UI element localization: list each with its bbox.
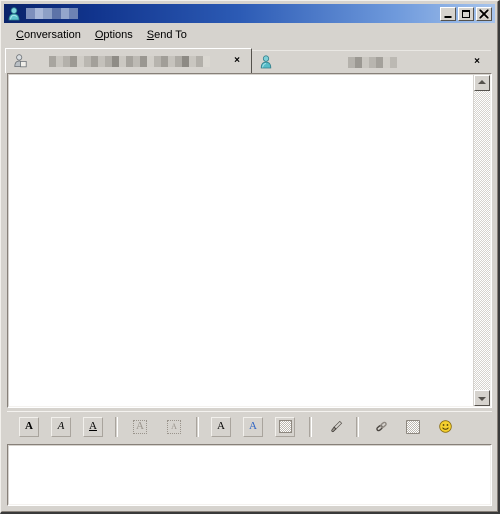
- increase-font-size-button[interactable]: A: [130, 416, 150, 437]
- close-button[interactable]: [476, 6, 492, 21]
- conversation-tab-bar: × ×: [2, 46, 497, 73]
- scrollbar-track[interactable]: [474, 91, 490, 390]
- italic-A-icon: A: [57, 420, 65, 432]
- redaction-mosaic: [48, 55, 210, 67]
- menu-item-options[interactable]: Options: [88, 27, 140, 43]
- conversation-history-panel: [7, 73, 492, 408]
- conversation-tab-1[interactable]: ×: [5, 48, 252, 73]
- italic-button[interactable]: A: [51, 416, 71, 437]
- formatting-toolbar: A A A A A A A: [7, 411, 492, 441]
- toolbar-separator: [356, 416, 359, 437]
- chat-window: Conversation Options Send To × × A A A A…: [0, 0, 500, 514]
- bold-A-icon: A: [25, 420, 33, 432]
- font-select-icon: A: [217, 420, 225, 432]
- conversation-tab-2-close-icon[interactable]: ×: [470, 55, 484, 69]
- menu-mnemonic: C: [16, 28, 24, 41]
- menu-label-rest: ptions: [103, 28, 133, 41]
- menu-item-send-to[interactable]: Send To: [140, 27, 194, 43]
- contact-person-icon: [6, 6, 22, 22]
- font-color-button[interactable]: A: [243, 416, 263, 437]
- maximize-button[interactable]: [458, 6, 474, 21]
- insert-emoticon-button[interactable]: [435, 416, 455, 437]
- message-input-inset: [8, 445, 491, 505]
- message-input[interactable]: [9, 446, 490, 504]
- contact-person-blue-icon: [258, 54, 274, 70]
- disabled-dotted-frame: [167, 419, 181, 434]
- conversation-tab-1-close-icon[interactable]: ×: [230, 54, 244, 68]
- conversation-history-scrollbar[interactable]: [473, 75, 490, 406]
- window-controls: [440, 6, 494, 21]
- menu-mnemonic: S: [146, 28, 155, 41]
- background-color-button[interactable]: [275, 416, 295, 437]
- disabled-dotted-frame: [133, 419, 147, 434]
- minimize-button[interactable]: [440, 6, 456, 21]
- chain-link-icon: [375, 421, 387, 432]
- toolbar-separator: [196, 416, 199, 437]
- menu-bar: Conversation Options Send To: [4, 25, 495, 44]
- underline-button[interactable]: A: [83, 416, 103, 437]
- conversation-tab-1-label-redacted: [34, 55, 224, 67]
- redaction-mosaic: [347, 56, 397, 68]
- scroll-down-button[interactable]: [474, 390, 490, 406]
- menu-label-rest: end To: [154, 28, 187, 41]
- paintbrush-icon: [330, 420, 342, 433]
- smiley-face-icon: [438, 420, 452, 433]
- toolbar-separator: [115, 416, 118, 437]
- toolbar-separator: [309, 416, 312, 437]
- title-bar[interactable]: [4, 4, 495, 23]
- bold-button[interactable]: A: [19, 416, 39, 437]
- insert-link-button[interactable]: [371, 416, 391, 437]
- message-input-panel: [7, 444, 492, 506]
- format-paint-button[interactable]: [326, 416, 346, 437]
- underline-A-icon: A: [89, 420, 97, 432]
- menu-item-conversation[interactable]: Conversation: [9, 27, 88, 43]
- contact-person-icon: [12, 53, 28, 69]
- decrease-font-size-button[interactable]: A: [164, 416, 184, 437]
- conversation-tab-2-label-redacted: [280, 56, 464, 68]
- menu-label-rest: onversation: [23, 28, 81, 41]
- font-family-button[interactable]: A: [211, 416, 231, 437]
- window-title-redacted: [26, 8, 78, 19]
- scroll-up-button[interactable]: [474, 75, 490, 91]
- image-icon: [406, 419, 420, 434]
- conversation-history-area[interactable]: [9, 75, 473, 406]
- background-color-icon: [278, 420, 292, 433]
- font-color-icon: A: [249, 420, 257, 432]
- window-inner-frame: Conversation Options Send To × × A A A A…: [1, 1, 498, 512]
- insert-image-button[interactable]: [403, 416, 423, 437]
- conversation-tab-2[interactable]: ×: [252, 50, 491, 73]
- conversation-history-inset: [8, 74, 491, 407]
